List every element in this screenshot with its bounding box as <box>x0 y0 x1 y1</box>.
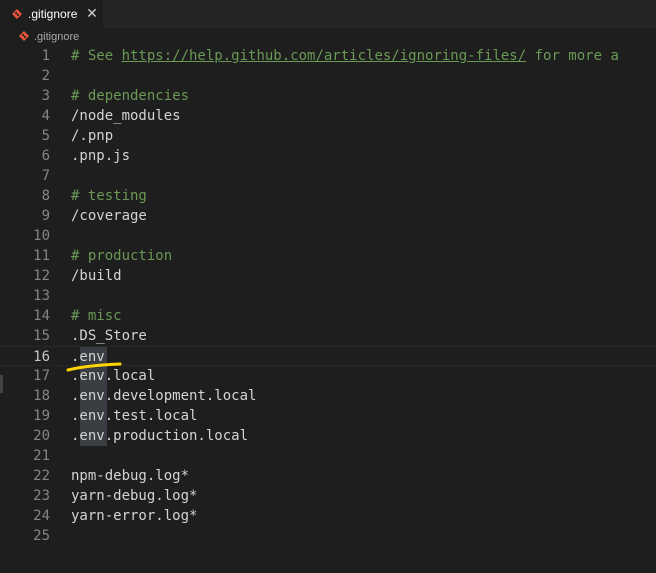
code-line[interactable]: 14 # misc <box>0 306 656 326</box>
code-comment: # misc <box>71 308 122 324</box>
breadcrumb-item-gitignore[interactable]: .gitignore <box>34 31 79 44</box>
code-comment: # dependencies <box>71 88 190 104</box>
line-number: 5 <box>41 128 50 144</box>
line-number: 17 <box>33 368 50 384</box>
code-text: /.pnp <box>71 128 114 144</box>
line-number: 7 <box>41 168 50 184</box>
line-number: 14 <box>33 308 50 324</box>
git-diamond-icon <box>19 31 29 41</box>
code-line[interactable]: 7 <box>0 166 656 186</box>
code-line[interactable]: 22 npm-debug.log* <box>0 466 656 486</box>
line-number: 9 <box>41 208 50 224</box>
line-number: 4 <box>41 108 50 124</box>
line-number: 20 <box>33 428 50 444</box>
code-text: npm-debug.log* <box>71 468 190 484</box>
code-line[interactable]: 18 .env.development.local <box>0 386 656 406</box>
code-text: /build <box>71 268 122 284</box>
code-line[interactable]: 24 yarn-error.log* <box>0 506 656 526</box>
tab-label: .gitignore <box>28 7 78 21</box>
code-line[interactable]: 5 /.pnp <box>0 126 656 146</box>
line-number: 2 <box>41 68 50 84</box>
line-number: 18 <box>33 388 50 404</box>
code-comment: # testing <box>71 188 147 204</box>
code-text: .DS_Store <box>71 328 147 344</box>
code-line[interactable]: 9/coverage <box>0 206 656 226</box>
line-number: 10 <box>33 228 50 244</box>
scrollbar-marker[interactable] <box>0 375 3 393</box>
line-number: 6 <box>41 148 50 164</box>
line-number: 24 <box>33 508 50 524</box>
breadcrumb: .gitignore <box>0 28 656 46</box>
tab-gitignore[interactable]: .gitignore ✕ <box>0 0 103 28</box>
code-line[interactable]: 20 .env.production.local <box>0 426 656 446</box>
code-text: .env.development.local <box>71 388 257 404</box>
code-line[interactable]: 11 # production <box>0 246 656 266</box>
line-number: 15 <box>33 328 50 344</box>
code-line[interactable]: 19 .env.test.local <box>0 406 656 426</box>
code-comment: # See https://help.github.com/articles/i… <box>71 46 619 66</box>
line-number: 1 <box>41 48 50 64</box>
code-text: .pnp.js <box>71 148 131 164</box>
code-line[interactable]: 10 <box>0 226 656 246</box>
code-line[interactable]: 1 # See https://help.github.com/articles/… <box>0 46 656 66</box>
close-icon[interactable]: ✕ <box>84 5 100 21</box>
line-number: 23 <box>33 488 50 504</box>
code-line[interactable]: 4/node_modules <box>0 106 656 126</box>
code-text: .env.test.local <box>71 408 198 424</box>
code-text: yarn-debug.log* <box>71 488 198 504</box>
comment-suffix: for more a <box>526 48 619 64</box>
code-line[interactable]: 13 <box>0 286 656 306</box>
code-text: .env.production.local <box>71 428 249 444</box>
line-number: 3 <box>41 88 50 104</box>
comment-prefix: # See <box>71 48 122 64</box>
git-diamond-icon <box>12 9 22 19</box>
code-line[interactable]: 8 # testing <box>0 186 656 206</box>
line-number: 8 <box>41 188 50 204</box>
line-number: 25 <box>33 528 50 544</box>
code-line[interactable]: 15 .DS_Store <box>0 326 656 346</box>
code-line[interactable]: 2 <box>0 66 656 86</box>
tab-bar: .gitignore ✕ <box>0 0 656 28</box>
code-text: yarn-error.log* <box>71 508 198 524</box>
line-number: 16 <box>33 349 50 365</box>
code-line[interactable]: 6 .pnp.js <box>0 146 656 166</box>
code-line[interactable]: 21 <box>0 446 656 466</box>
yellow-underline-annotation <box>66 362 122 372</box>
line-number: 11 <box>33 248 50 264</box>
code-line[interactable]: 25 <box>0 526 656 546</box>
line-number: 22 <box>33 468 50 484</box>
url-link[interactable]: https://help.github.com/articles/ignorin… <box>122 48 527 64</box>
code-line[interactable]: 12/build <box>0 266 656 286</box>
code-comment: # production <box>71 248 173 264</box>
line-number: 12 <box>33 268 50 284</box>
line-number: 19 <box>33 408 50 424</box>
code-text: /node_modules <box>71 108 181 124</box>
code-line[interactable]: 3 # dependencies <box>0 86 656 106</box>
line-number: 13 <box>33 288 50 304</box>
code-text: /coverage <box>71 208 147 224</box>
code-line[interactable]: 23 yarn-debug.log* <box>0 486 656 506</box>
code-editor[interactable]: 1 # See https://help.github.com/articles/… <box>0 46 656 573</box>
line-number: 21 <box>33 448 50 464</box>
